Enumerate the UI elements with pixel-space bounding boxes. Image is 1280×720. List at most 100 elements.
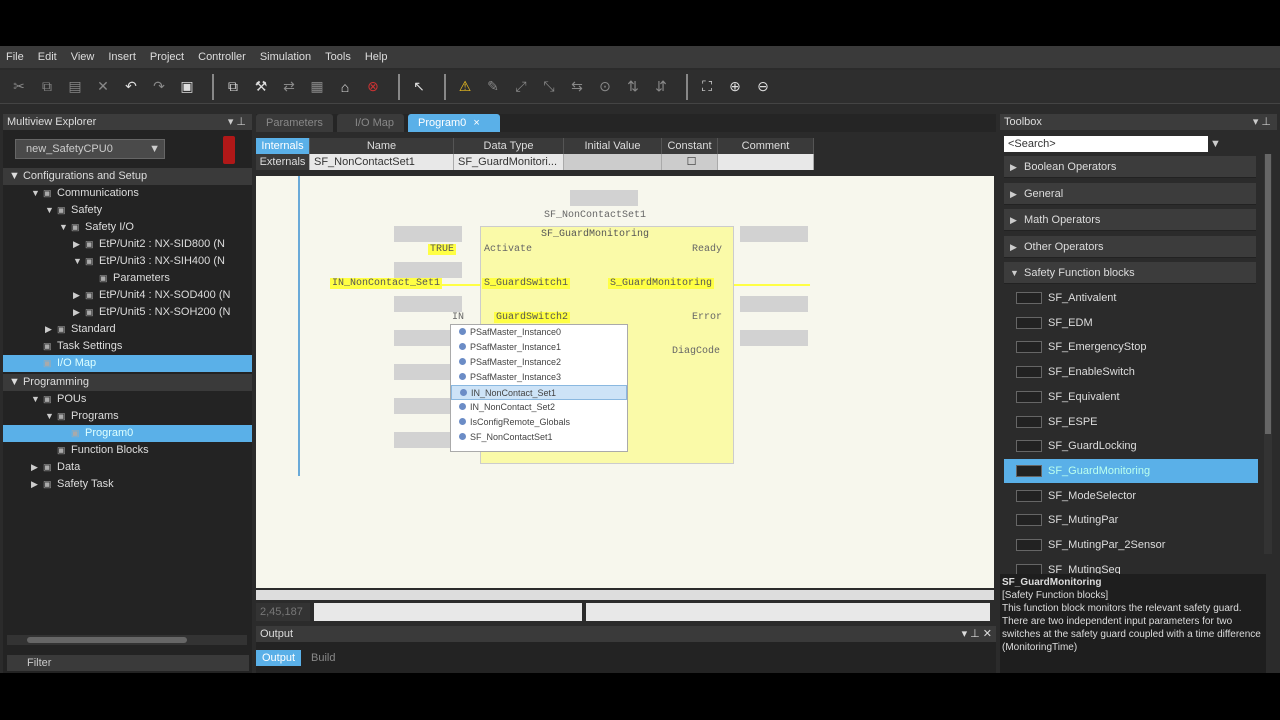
cell-initial-value[interactable]: [564, 154, 662, 170]
popup-item[interactable]: PSafMaster_Instance1: [451, 340, 627, 355]
tree-item[interactable]: ▼ ▣ EtP/Unit3 : NX-SIH400 (N: [3, 253, 252, 270]
validate-icon[interactable]: ⌂: [334, 76, 356, 98]
horizontal-scrollbar[interactable]: [256, 590, 994, 600]
build-icon[interactable]: ⚒: [250, 76, 272, 98]
tree-item[interactable]: ▶ ▣ EtP/Unit2 : NX-SID800 (N: [3, 236, 252, 253]
menu-controller[interactable]: Controller: [198, 51, 246, 63]
table-row[interactable]: Externals SF_NonContactSet1 SF_GuardMoni…: [256, 154, 996, 170]
delete-icon[interactable]: ✕: [92, 76, 114, 98]
tree-item[interactable]: ▣ Program0: [3, 425, 252, 442]
tree-item[interactable]: ▣ I/O Map: [3, 355, 252, 372]
zoom-out-icon[interactable]: ⊖: [752, 76, 774, 98]
input-true[interactable]: TRUE: [428, 244, 457, 255]
cell-data-type[interactable]: SF_GuardMonitori...: [454, 154, 564, 170]
tool-icon[interactable]: ⤢: [510, 76, 532, 98]
tree-item[interactable]: ▶ ▣ EtP/Unit5 : NX-SOH200 (N: [3, 304, 252, 321]
cut-icon[interactable]: ✂: [8, 76, 30, 98]
toolbox-item[interactable]: SF_EmergencyStop: [1004, 335, 1258, 359]
online-icon[interactable]: ⧉: [222, 76, 244, 98]
tool-icon[interactable]: ⇅: [622, 76, 644, 98]
cell-name[interactable]: SF_NonContactSet1: [310, 154, 454, 170]
pin-icon[interactable]: ▾ ⊥: [228, 114, 246, 130]
vertical-scrollbar[interactable]: [1264, 154, 1272, 554]
popup-item[interactable]: IsConfigRemote_Globals: [451, 415, 627, 430]
close-icon[interactable]: ▾ ⊥ ✕: [962, 626, 992, 642]
close-icon[interactable]: ×: [473, 117, 479, 129]
copy-icon[interactable]: ⧉: [36, 76, 58, 98]
menu-help[interactable]: Help: [365, 51, 388, 63]
menu-project[interactable]: Project: [150, 51, 184, 63]
tab-build[interactable]: Build: [305, 650, 341, 666]
tab-output[interactable]: Output: [256, 650, 302, 666]
toolbox-category[interactable]: ▶ Math Operators: [1004, 209, 1256, 231]
redo-icon[interactable]: ↷: [148, 76, 170, 98]
tool-icon[interactable]: ⊙: [594, 76, 616, 98]
expand-icon[interactable]: ▶: [73, 236, 85, 253]
menu-insert[interactable]: Insert: [108, 51, 136, 63]
toolbox-category[interactable]: ▶ Other Operators: [1004, 235, 1256, 258]
expand-icon[interactable]: ▼: [31, 185, 43, 202]
expand-icon[interactable]: ▼: [45, 202, 57, 219]
tree-item[interactable]: ▣ Task Settings: [3, 338, 252, 355]
expand-icon[interactable]: ▶: [73, 304, 85, 321]
toolbox-item[interactable]: SF_ModeSelector: [1004, 484, 1258, 508]
cell-constant[interactable]: ☐: [662, 154, 718, 170]
expand-icon[interactable]: ▶: [73, 287, 85, 304]
menu-file[interactable]: File: [6, 51, 24, 63]
tab-io-map[interactable]: I/O Map: [336, 114, 404, 132]
menu-tools[interactable]: Tools: [325, 51, 351, 63]
horizontal-scrollbar[interactable]: [7, 635, 247, 645]
pin-icon[interactable]: ▾ ⊥: [1253, 114, 1271, 130]
expand-icon[interactable]: ▼: [45, 408, 57, 425]
tool-icon[interactable]: ⤡: [538, 76, 560, 98]
tool-icon[interactable]: ⇵: [650, 76, 672, 98]
tool-icon[interactable]: ⇆: [566, 76, 588, 98]
fbd-canvas[interactable]: SF_GuardMonitoring SF_NonContactSet1 TRU…: [256, 176, 994, 588]
toolbox-item[interactable]: SF_MutingPar: [1004, 508, 1258, 532]
toolbox-item[interactable]: SF_ESPE: [1004, 410, 1258, 434]
tool-icon[interactable]: ✎: [482, 76, 504, 98]
paste-icon[interactable]: ▤: [64, 76, 86, 98]
tree-item[interactable]: ▼ ▣ Safety: [3, 202, 252, 219]
section-programming[interactable]: ▼ Programming: [3, 374, 252, 391]
tab-program0[interactable]: Program0 ×: [407, 114, 500, 132]
expand-icon[interactable]: ▶: [45, 321, 57, 338]
toolbox-item[interactable]: SF_EDM: [1004, 311, 1258, 335]
input-variable[interactable]: IN_NonContact_Set1: [330, 278, 443, 289]
menu-edit[interactable]: Edit: [38, 51, 57, 63]
undo-icon[interactable]: ↶: [120, 76, 142, 98]
fit-icon[interactable]: ⛶: [696, 76, 718, 98]
toolbox-item[interactable]: SF_MutingPar_2Sensor: [1004, 533, 1258, 557]
zoom-in-icon[interactable]: ⊕: [724, 76, 746, 98]
compare-icon[interactable]: ▦: [306, 76, 328, 98]
scroll-thumb[interactable]: [1265, 154, 1271, 434]
tree-item[interactable]: ▶ ▣ EtP/Unit4 : NX-SOD400 (N: [3, 287, 252, 304]
warning-icon[interactable]: ⚠: [454, 76, 476, 98]
expand-icon[interactable]: ▶: [31, 459, 43, 476]
popup-item[interactable]: IN_NonContact_Set1: [451, 385, 627, 400]
expand-icon[interactable]: ▶: [31, 476, 43, 493]
section-config[interactable]: ▼ Configurations and Setup: [3, 168, 252, 185]
toolbox-item[interactable]: SF_Equivalent: [1004, 385, 1258, 409]
menu-simulation[interactable]: Simulation: [260, 51, 311, 63]
tree-item[interactable]: ▼ ▣ Communications: [3, 185, 252, 202]
tree-item[interactable]: ▶ ▣ Safety Task: [3, 476, 252, 493]
tab-internals[interactable]: Internals: [256, 138, 310, 154]
tab-externals[interactable]: Externals: [256, 154, 310, 170]
tree-item[interactable]: ▶ ▣ Data: [3, 459, 252, 476]
scroll-thumb[interactable]: [27, 637, 187, 643]
cell-comment[interactable]: [718, 154, 814, 170]
expand-icon[interactable]: ▼: [73, 253, 85, 270]
transfer-icon[interactable]: ⇄: [278, 76, 300, 98]
popup-item[interactable]: PSafMaster_Instance0: [451, 325, 627, 340]
device-select[interactable]: new_SafetyCPU0 ▼: [15, 139, 165, 159]
toolbox-item[interactable]: SF_GuardLocking: [1004, 434, 1258, 458]
stop-icon[interactable]: ⊗: [362, 76, 384, 98]
popup-item[interactable]: IN_NonContact_Set2: [451, 400, 627, 415]
toolbox-search-input[interactable]: <Search>: [1004, 136, 1208, 152]
toolbox-category[interactable]: ▶ General: [1004, 182, 1256, 205]
chevron-down-icon[interactable]: ▼: [1210, 136, 1224, 152]
tab-parameters[interactable]: Parameters: [256, 114, 333, 132]
popup-item[interactable]: PSafMaster_Instance2: [451, 355, 627, 370]
popup-item[interactable]: SF_NonContactSet1: [451, 430, 627, 445]
